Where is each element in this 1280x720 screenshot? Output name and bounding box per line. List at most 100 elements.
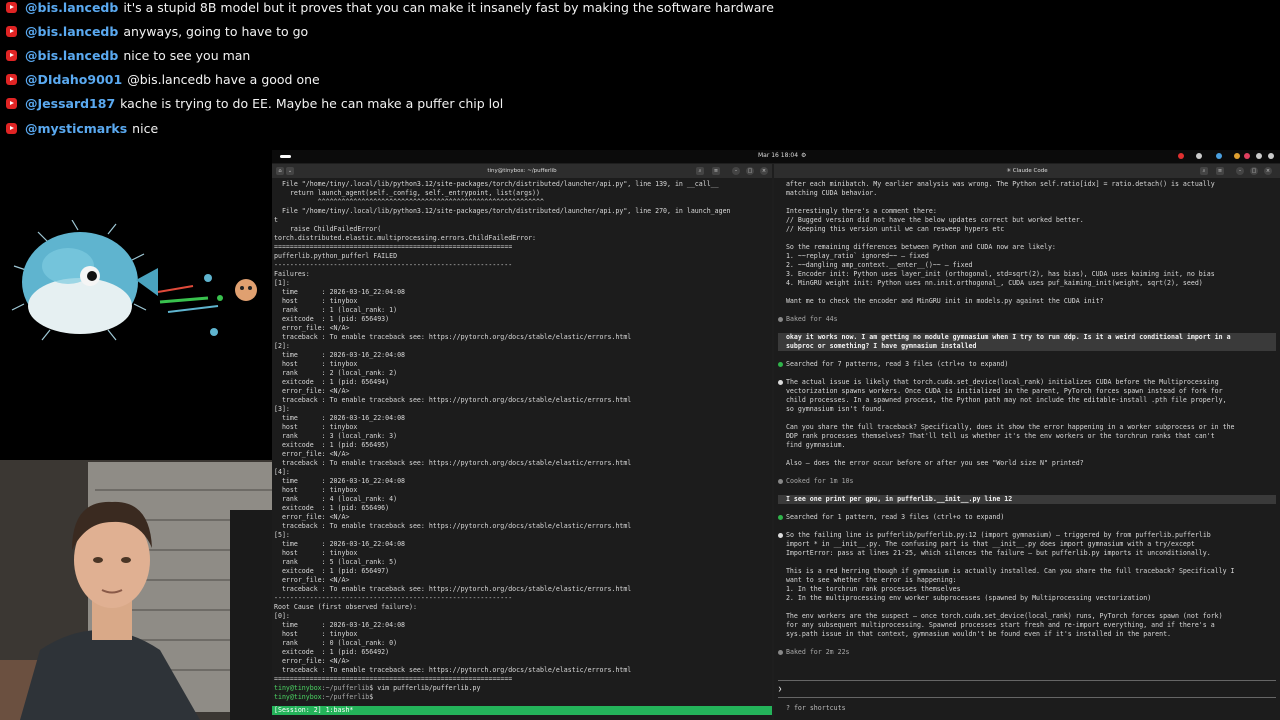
terminal-window[interactable]: ⌂ ⌄ tiny@tinybox: ~/pufferlib ⌕ ≡ – □ × … bbox=[272, 164, 772, 720]
clock[interactable]: Mar 16 18:04 bbox=[758, 152, 798, 159]
chat-username[interactable]: @bis.lancedb bbox=[25, 24, 118, 39]
terminal-line: ========================================… bbox=[274, 675, 513, 683]
chat-username[interactable]: @bis.lancedb bbox=[25, 48, 118, 63]
assistant-line: So the failing line is pufferlib/pufferl… bbox=[778, 531, 1276, 540]
settings-icon: ⚙ bbox=[801, 152, 807, 159]
terminal-line: traceback : To enable traceback see: htt… bbox=[274, 522, 632, 530]
claude-code-input[interactable]: ❯ bbox=[778, 680, 1276, 698]
terminal-line: t bbox=[274, 216, 278, 224]
bullet-icon bbox=[778, 316, 783, 322]
terminal-line: error_file: <N/A> bbox=[274, 513, 350, 521]
chat-overlay: @bis.lancedb it's a stupid 8B model but i… bbox=[0, 0, 1280, 150]
maximize-icon[interactable]: □ bbox=[746, 167, 754, 175]
close-icon[interactable]: × bbox=[760, 167, 768, 175]
assistant-line-text: So the failing line is pufferlib/pufferl… bbox=[786, 531, 1211, 539]
assistant-line: sys.path issue in that context, gymnasiu… bbox=[778, 630, 1172, 638]
terminal-line: traceback : To enable traceback see: htt… bbox=[274, 333, 632, 341]
terminal-line: rank : 0 (local_rank: 0) bbox=[274, 639, 398, 647]
activities-button[interactable] bbox=[280, 155, 291, 158]
chat-username[interactable]: @DIdaho9001 bbox=[25, 72, 122, 87]
terminal-line: torch.distributed.elastic.multiprocessin… bbox=[274, 234, 537, 242]
prompt-command: $ vim pufferlib/pufferlib.py bbox=[369, 684, 481, 692]
assistant-line bbox=[778, 414, 1276, 423]
refresh-icon[interactable] bbox=[1216, 153, 1222, 159]
assistant-line bbox=[778, 288, 1276, 297]
status-line: Baked for 2m 22s bbox=[778, 648, 1276, 657]
bullet-icon bbox=[778, 514, 783, 520]
terminal-line: exitcode : 1 (pid: 656495) bbox=[274, 441, 390, 449]
terminal-line: File "/home/tiny/.local/lib/python3.12/s… bbox=[274, 207, 731, 215]
assistant-line: Can you share the full traceback? Specif… bbox=[778, 423, 1235, 431]
terminal-titlebar[interactable]: ⌂ ⌄ tiny@tinybox: ~/pufferlib ⌕ ≡ – □ × bbox=[272, 164, 772, 178]
chat-message: @bis.lancedb nice to see you man bbox=[6, 43, 250, 67]
power-icon[interactable] bbox=[1268, 153, 1274, 159]
terminal-line: [5]: bbox=[274, 531, 290, 539]
system-top-bar: Mar 16 18:04 ⚙ bbox=[272, 150, 1280, 163]
assistant-line bbox=[778, 603, 1276, 612]
assistant-line bbox=[778, 306, 1276, 315]
status-line: Cooked for 1m 10s bbox=[778, 477, 1276, 486]
webcam-person-image bbox=[0, 460, 272, 720]
status-line-text: Baked for 44s bbox=[786, 315, 838, 323]
terminal-line: host : tinybox bbox=[274, 423, 358, 431]
assistant-line: 4. MinGRU weight init: Python uses nn.in… bbox=[778, 279, 1203, 287]
minimize-icon[interactable]: – bbox=[732, 167, 740, 175]
prompt-user: tiny@tinybox bbox=[274, 684, 322, 692]
assistant-line: The env workers are the suspect — once t… bbox=[778, 612, 1223, 620]
close-icon[interactable]: × bbox=[1264, 167, 1272, 175]
volume-icon[interactable] bbox=[1256, 153, 1262, 159]
assistant-line: Want me to check the encoder and MinGRU … bbox=[778, 297, 1104, 305]
claude-code-titlebar[interactable]: ✳ Claude Code ⌕ ≡ – □ × bbox=[774, 164, 1280, 178]
bullet-icon bbox=[778, 649, 783, 655]
terminal-line: ----------------------------------------… bbox=[274, 261, 513, 269]
maximize-icon[interactable]: □ bbox=[1250, 167, 1258, 175]
prompt-path: :~/pufferlib bbox=[321, 684, 370, 692]
terminal-line: host : tinybox bbox=[274, 630, 358, 638]
terminal-line: error_file: <N/A> bbox=[274, 657, 350, 665]
assistant-line bbox=[778, 468, 1276, 477]
shell-prompt-line: tiny@tinybox:~/pufferlib$ vim pufferlib/… bbox=[274, 684, 772, 693]
terminal-line: host : tinybox bbox=[274, 297, 358, 305]
assistant-line bbox=[778, 639, 1276, 648]
tmux-status-bar: [Session: 2] 1:bash* bbox=[272, 706, 772, 715]
terminal-line: exitcode : 1 (pid: 656493) bbox=[274, 315, 390, 323]
terminal-output[interactable]: File "/home/tiny/.local/lib/python3.12/s… bbox=[272, 180, 772, 720]
minimize-icon[interactable]: – bbox=[1236, 167, 1244, 175]
chat-username[interactable]: @bis.lancedb bbox=[25, 0, 118, 15]
search-icon[interactable]: ⌕ bbox=[1200, 167, 1208, 175]
hamburger-menu-icon[interactable]: ≡ bbox=[712, 167, 720, 175]
terminal-line: time : 2026-03-16_22:04:08 bbox=[274, 351, 406, 359]
claude-code-conversation[interactable]: after each minibatch. My earlier analysi… bbox=[778, 180, 1276, 720]
hamburger-menu-icon[interactable]: ≡ bbox=[1216, 167, 1224, 175]
youtube-icon bbox=[6, 49, 17, 61]
claude-code-window[interactable]: ✳ Claude Code ⌕ ≡ – □ × after each minib… bbox=[774, 164, 1280, 720]
assistant-line: // Bugged version did not have the below… bbox=[778, 216, 1084, 224]
record-icon[interactable] bbox=[1178, 153, 1184, 159]
user-message-line: I see one print per gpu, in pufferlib.__… bbox=[778, 495, 1276, 504]
terminal-line: ----------------------------------------… bbox=[274, 594, 513, 602]
chat-text: it's a stupid 8B model but it proves tha… bbox=[123, 0, 774, 15]
app-tray-icon-1[interactable] bbox=[1234, 153, 1240, 159]
chat-message: @Jessard187 kache is trying to do EE. May… bbox=[6, 92, 503, 116]
youtube-icon bbox=[6, 98, 17, 110]
terminal-line: error_file: <N/A> bbox=[274, 576, 350, 584]
chat-message: @bis.lancedb anyways, going to have to go bbox=[6, 19, 308, 43]
assistant-line: 3. Encoder init: Python uses layer_init … bbox=[778, 270, 1215, 278]
prompt-path: :~/pufferlib bbox=[321, 693, 370, 701]
assistant-line bbox=[778, 234, 1276, 243]
app-tray-icon-2[interactable] bbox=[1244, 153, 1250, 159]
chat-username[interactable]: @Jessard187 bbox=[25, 96, 115, 111]
terminal-line: File "/home/tiny/.local/lib/python3.12/s… bbox=[274, 180, 719, 188]
terminal-line: rank : 3 (local_rank: 3) bbox=[274, 432, 398, 440]
search-icon[interactable]: ⌕ bbox=[696, 167, 704, 175]
terminal-line: [4]: bbox=[274, 468, 290, 476]
chat-username[interactable]: @mysticmarks bbox=[25, 121, 127, 136]
network-icon[interactable] bbox=[1196, 153, 1202, 159]
terminal-line: [0]: bbox=[274, 612, 290, 620]
terminal-line: ^^^^^^^^^^^^^^^^^^^^^^^^^^^^^^^^^^^^^^^^… bbox=[274, 198, 544, 206]
terminal-line: error_file: <N/A> bbox=[274, 450, 350, 458]
